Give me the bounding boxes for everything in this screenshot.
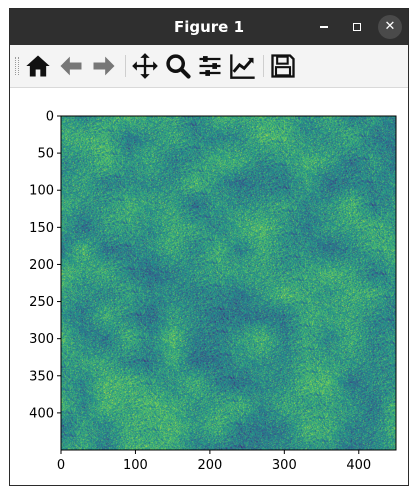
close-button[interactable]: ✕ xyxy=(378,15,402,39)
minimize-button[interactable] xyxy=(312,15,336,39)
back-icon xyxy=(60,56,82,76)
minimize-icon xyxy=(320,26,328,28)
home-icon xyxy=(26,55,50,77)
title-bar[interactable]: Figure 1 ✕ xyxy=(10,9,408,45)
x-tick-label: 0 xyxy=(57,458,65,473)
maximize-button[interactable] xyxy=(345,15,369,39)
y-tick-label: 350 xyxy=(29,369,54,384)
y-tick-label: 300 xyxy=(29,332,54,347)
y-tick-label: 150 xyxy=(29,221,54,236)
subplots-button[interactable] xyxy=(196,52,224,80)
figure-canvas[interactable]: 0 100 200 300 400 0 50 100 150 200 250 300 350 400 xyxy=(10,88,408,485)
x-tick-label: 200 xyxy=(197,458,222,473)
customize-icon xyxy=(230,54,255,79)
y-tick-label: 400 xyxy=(29,406,54,421)
maximize-icon xyxy=(353,23,361,31)
customize-button[interactable] xyxy=(229,52,257,80)
y-tick-label: 50 xyxy=(37,147,54,162)
zoom-button[interactable] xyxy=(164,52,192,80)
y-tick-label: 100 xyxy=(29,184,54,199)
subplots-icon xyxy=(199,56,221,76)
y-tick-label: 200 xyxy=(29,258,54,273)
home-button[interactable] xyxy=(24,52,52,80)
x-tick-label: 400 xyxy=(346,458,371,473)
toolbar-separator xyxy=(125,55,126,77)
zoom-icon xyxy=(166,54,191,79)
heatmap-plot: 0 100 200 300 400 0 50 100 150 200 250 300 350 400 xyxy=(29,110,397,473)
close-icon: ✕ xyxy=(384,19,396,34)
y-tick-label: 250 xyxy=(29,295,54,310)
toolbar xyxy=(10,45,408,88)
save-icon xyxy=(271,54,295,78)
figure-window: Figure 1 ✕ 0 100 200 300 400 0 50 100 15… xyxy=(9,8,409,486)
y-tick-label: 0 xyxy=(46,110,54,125)
heatmap-image xyxy=(61,116,396,450)
toolbar-grip xyxy=(15,57,19,75)
x-tick-label: 300 xyxy=(272,458,297,473)
back-button[interactable] xyxy=(57,52,85,80)
x-tick-label: 100 xyxy=(123,458,148,473)
pan-icon xyxy=(132,53,158,79)
pan-button[interactable] xyxy=(131,52,159,80)
heatmap-cells xyxy=(61,116,396,450)
save-button[interactable] xyxy=(269,52,297,80)
forward-icon xyxy=(93,56,115,76)
toolbar-separator xyxy=(263,55,264,77)
forward-button[interactable] xyxy=(90,52,118,80)
